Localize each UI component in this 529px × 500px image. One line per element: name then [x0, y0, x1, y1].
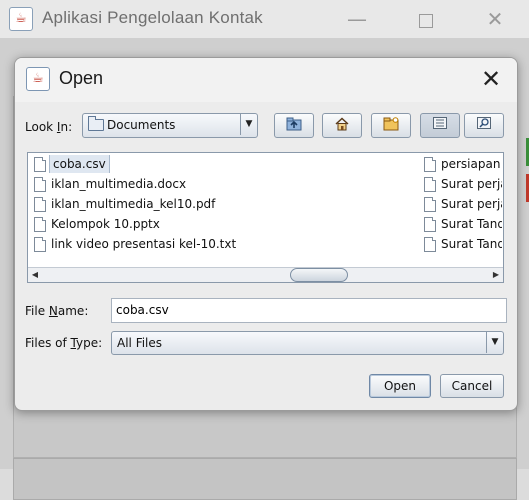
home-button[interactable]: [322, 113, 362, 138]
scroll-right-arrow-icon[interactable]: ▶: [489, 268, 503, 282]
list-item[interactable]: Surat Tand: [422, 235, 502, 253]
new-folder-icon: [383, 117, 399, 131]
folder-icon: [88, 116, 104, 131]
java-icon: ☕: [9, 7, 33, 31]
new-folder-button[interactable]: [371, 113, 411, 138]
files-of-type-label: Files of Type:: [25, 336, 103, 350]
look-in-dropdown[interactable]: Documents ▼: [82, 113, 258, 138]
list-item[interactable]: Surat perja: [422, 195, 502, 213]
parent-window-title: Aplikasi Pengelolaan Kontak: [42, 8, 263, 27]
file-icon: [424, 177, 436, 192]
dialog-title: Open: [59, 68, 104, 88]
look-in-label: Look In:: [25, 120, 73, 134]
file-icon: [424, 217, 436, 232]
file-name-label: File Name:: [25, 304, 89, 318]
files-of-type-value: All Files: [117, 336, 163, 350]
file-name-input[interactable]: [111, 298, 507, 323]
list-item[interactable]: Surat Tand: [422, 215, 502, 233]
horizontal-scrollbar[interactable]: ◀ ▶: [28, 267, 503, 282]
parent-close-button[interactable]: ✕: [472, 0, 518, 38]
file-icon: [424, 237, 436, 252]
dialog-close-button[interactable]: ✕: [477, 66, 505, 94]
file-icon: [34, 157, 46, 172]
list-item[interactable]: iklan_multimedia_kel10.pdf: [32, 195, 422, 213]
parent-titlebar: ☕ Aplikasi Pengelolaan Kontak — ✕: [0, 0, 529, 38]
up-one-level-button[interactable]: [274, 113, 314, 138]
list-item[interactable]: Kelompok 10.pptx: [32, 215, 422, 233]
open-button[interactable]: Open: [369, 374, 431, 398]
list-item[interactable]: coba.csv: [32, 155, 422, 173]
file-icon: [34, 217, 46, 232]
open-dialog: ☕ Open ✕ Look In: Documents ▼ coba.csv i…: [14, 57, 518, 411]
home-icon: [335, 117, 349, 131]
maximize-icon: [419, 13, 433, 28]
chevron-down-icon[interactable]: ▼: [240, 114, 257, 135]
maximize-button[interactable]: [403, 0, 449, 38]
dialog-titlebar: ☕ Open ✕: [15, 58, 517, 102]
look-in-value: Documents: [107, 118, 176, 132]
java-icon: ☕: [26, 67, 50, 91]
file-icon: [34, 237, 46, 252]
chevron-down-icon[interactable]: ▼: [486, 332, 503, 353]
minimize-button[interactable]: —: [334, 0, 380, 38]
details-view-icon: [477, 117, 491, 129]
scroll-left-arrow-icon[interactable]: ◀: [28, 268, 42, 282]
parent-bottom-panel: [13, 458, 517, 500]
cancel-button[interactable]: Cancel: [440, 374, 504, 398]
list-item[interactable]: link video presentasi kel-10.txt: [32, 235, 422, 253]
list-view-button[interactable]: [420, 113, 460, 138]
folder-up-icon: [286, 117, 302, 131]
file-icon: [424, 157, 436, 172]
file-icon: [34, 177, 46, 192]
list-item[interactable]: persiapan: [422, 155, 502, 173]
file-list[interactable]: coba.csv iklan_multimedia.docx iklan_mul…: [27, 152, 504, 283]
details-view-button[interactable]: [464, 113, 504, 138]
list-view-icon: [433, 117, 447, 129]
list-item[interactable]: Surat perja: [422, 175, 502, 193]
file-icon: [34, 197, 46, 212]
scrollbar-thumb[interactable]: [290, 268, 348, 282]
list-item[interactable]: iklan_multimedia.docx: [32, 175, 422, 193]
files-of-type-dropdown[interactable]: All Files ▼: [111, 331, 504, 355]
file-icon: [424, 197, 436, 212]
